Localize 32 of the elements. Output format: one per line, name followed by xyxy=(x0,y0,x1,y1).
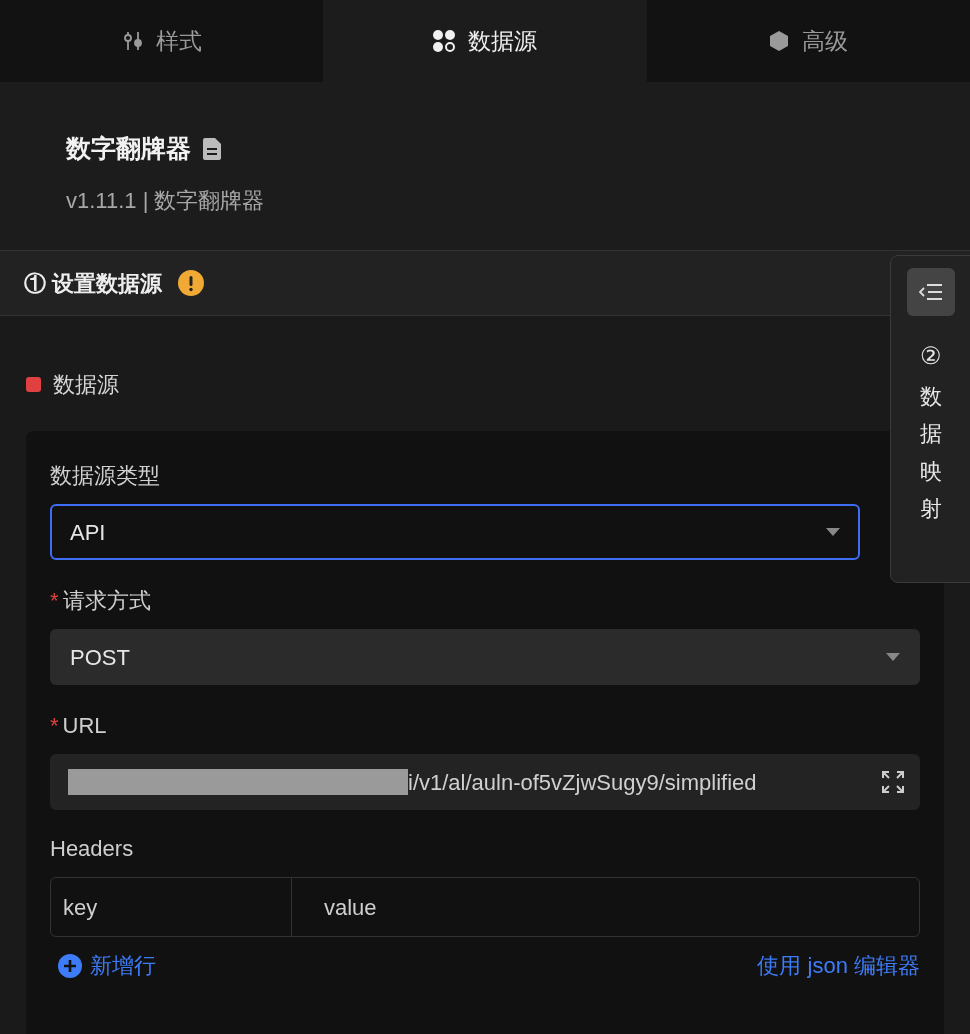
add-row-button[interactable]: 新增行 xyxy=(58,949,156,982)
required-mark: * xyxy=(50,714,59,737)
component-title: 数字翻牌器 xyxy=(66,133,191,164)
headers-label: Headers xyxy=(50,835,135,863)
collapse-button[interactable] xyxy=(907,268,955,316)
caret-icon xyxy=(826,528,840,536)
side-panel-label: 数据映射 xyxy=(920,383,942,524)
table-cell[interactable]: value xyxy=(292,878,919,936)
table-cell[interactable]: key xyxy=(51,878,292,936)
required-mark: * xyxy=(50,589,59,612)
json-editor-link[interactable]: 使用 json 编辑器 xyxy=(757,949,920,982)
url-field[interactable]: i/v1/al/auln-of5vZjwSugy9/simplified xyxy=(50,754,920,810)
field-label: 数据源类型 xyxy=(50,462,160,490)
field-label: URL xyxy=(62,712,107,740)
plus-icon xyxy=(58,953,82,978)
step-number: ② xyxy=(920,341,942,371)
side-panel[interactable]: ② 数据映射 xyxy=(890,255,970,583)
fullscreen-icon[interactable] xyxy=(882,771,904,793)
caret-icon xyxy=(886,653,900,661)
tab[interactable]: 样式 xyxy=(0,0,324,82)
collapse-icon xyxy=(919,283,943,301)
sliders-icon xyxy=(121,30,144,52)
dots-icon xyxy=(432,29,457,53)
tab[interactable]: 高级 xyxy=(646,0,970,82)
document-icon[interactable] xyxy=(203,137,221,160)
select-field[interactable]: API xyxy=(50,504,860,560)
field-label: 请求方式 xyxy=(62,587,151,615)
select-field[interactable]: POST xyxy=(50,629,920,685)
cube-icon xyxy=(768,30,791,52)
version-text: v1.11.1 | 数字翻牌器 xyxy=(66,186,266,215)
section-header[interactable]: ① 设置数据源 xyxy=(0,250,970,316)
group-label: 数据源 xyxy=(53,371,119,399)
